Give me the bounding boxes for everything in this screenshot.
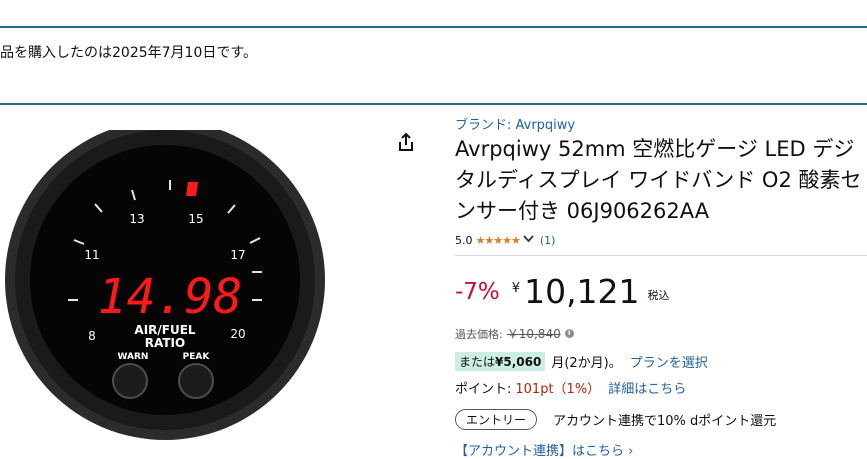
rating-row[interactable]: 5.0 ★★★★★ (1) xyxy=(455,234,555,247)
points-label: ポイント: xyxy=(455,382,512,397)
entry-promo-text: アカウント連携で10% dポイント還元 xyxy=(553,414,777,429)
list-price-row: 過去価格: ￥10,840 i xyxy=(455,325,574,342)
tax-label: 税込 xyxy=(647,289,670,302)
warn-button xyxy=(112,363,148,399)
purchase-notice: 商品を購入したのは2025年7月10日です。 xyxy=(0,45,257,61)
account-link[interactable]: 【アカウント連携】はこちら › xyxy=(455,440,633,459)
list-price: ￥10,840 xyxy=(506,327,561,341)
rating-value: 5.0 xyxy=(455,234,473,247)
entry-row: エントリー アカウント連携で10% dポイント還元 xyxy=(455,409,776,430)
notice-divider xyxy=(0,103,867,105)
points-details-link[interactable]: 詳細はこちら xyxy=(608,378,686,397)
info-icon[interactable]: i xyxy=(564,329,574,338)
discount-percent: -7% xyxy=(455,279,500,305)
price-row: -7% ¥ 10,121 税込 xyxy=(455,273,670,311)
scale-label-15: 15 xyxy=(188,212,203,226)
installment-months: 月(2か月)。 xyxy=(551,356,622,371)
scale-label-20: 20 xyxy=(230,327,245,341)
scale-label-13: 13 xyxy=(129,212,144,226)
installment-row: または¥5,060 月(2か月)。 プランを選択 xyxy=(455,352,708,371)
gauge-digital-reading: 14.98 xyxy=(98,269,243,325)
currency-symbol: ¥ xyxy=(511,281,521,296)
installment-prefix: または xyxy=(459,355,496,369)
installment-badge: または¥5,060 xyxy=(455,352,546,371)
chevron-down-icon[interactable] xyxy=(523,235,534,246)
star-rating-icon[interactable]: ★★★★★ xyxy=(476,234,521,247)
peak-button xyxy=(178,363,214,399)
points-row: ポイント: 101pt（1%） 詳細はこちら xyxy=(455,378,686,397)
warn-label: WARN xyxy=(118,352,149,362)
points-value: 101pt（1%） xyxy=(515,382,601,397)
brand-link[interactable]: ブランド: Avrpqiwy xyxy=(455,114,575,133)
entry-button[interactable]: エントリー xyxy=(455,409,538,430)
scale-label-8: 8 xyxy=(88,329,96,343)
rating-divider xyxy=(455,255,867,256)
gauge-label-line2: RATIO xyxy=(145,336,185,350)
peak-label: PEAK xyxy=(183,352,211,362)
list-price-label: 過去価格: xyxy=(455,327,503,341)
scale-label-11: 11 xyxy=(84,248,99,262)
select-plan-link[interactable]: プランを選択 xyxy=(630,352,708,371)
product-image[interactable]: 8 11 13 15 17 20 14.98 AIR/FUEL RATIO WA… xyxy=(0,130,330,454)
gauge-indicator xyxy=(186,182,198,196)
scale-label-17: 17 xyxy=(230,248,245,262)
product-title: Avrpqiwy 52mm 空燃比ゲージ LED デジタルディスプレイ ワイドバ… xyxy=(455,137,862,223)
share-icon[interactable] xyxy=(396,132,416,154)
price-value: 10,121 xyxy=(524,272,640,311)
top-divider xyxy=(0,26,867,28)
gauge-label-line1: AIR/FUEL xyxy=(134,323,196,337)
review-count-link[interactable]: (1) xyxy=(540,234,556,247)
installment-amount: ¥5,060 xyxy=(495,355,542,369)
